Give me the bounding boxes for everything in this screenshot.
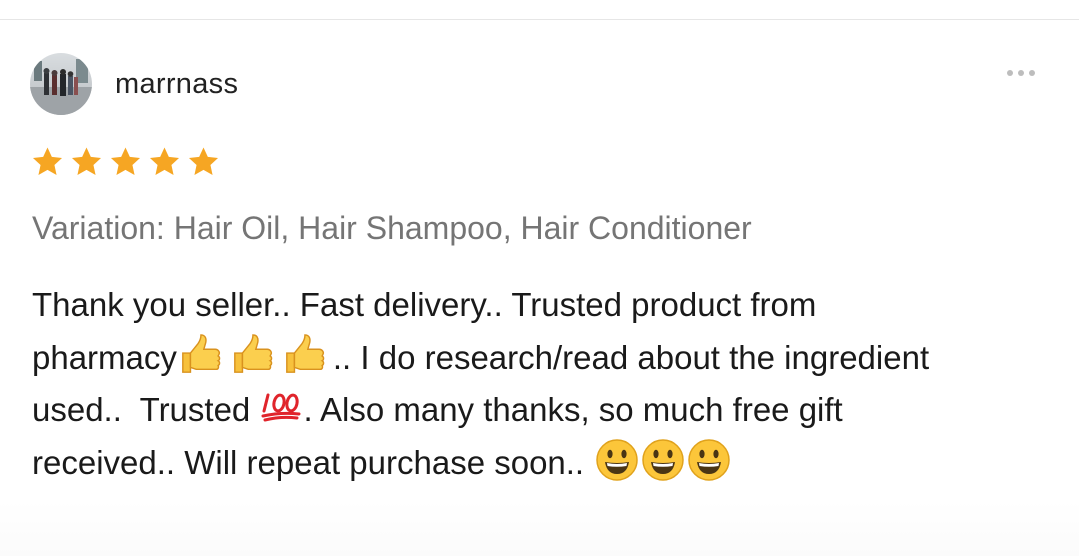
comment-text: received.. Will repeat purchase soon.. xyxy=(32,443,594,481)
star-icon xyxy=(188,147,219,176)
star-icon xyxy=(149,147,180,176)
star-icon xyxy=(110,147,141,176)
more-options-dot xyxy=(1018,70,1024,76)
grinning-face-icon xyxy=(688,438,731,481)
comment-line: received.. Will repeat purchase soon.. xyxy=(32,437,1062,490)
comment-line: Thank you seller.. Fast delivery.. Trust… xyxy=(32,279,1062,332)
thumbs-up-icon xyxy=(181,333,221,373)
hundred-points-icon xyxy=(261,393,301,422)
comment-text: used.. Trusted xyxy=(32,391,260,428)
comment-line: used.. Trusted . Also many thanks, so mu… xyxy=(32,384,1062,437)
comment-text: . Also many thanks, so much free gift xyxy=(303,391,843,428)
star-icon xyxy=(71,147,102,176)
comment-text: Thank you seller.. Fast delivery.. Trust… xyxy=(32,286,817,323)
review-comment: Thank you seller.. Fast delivery.. Trust… xyxy=(32,279,1062,489)
more-options-dot xyxy=(1029,70,1035,76)
more-options-icon xyxy=(1007,70,1013,76)
variation-label: Variation: Hair Oil, Hair Shampoo, Hair … xyxy=(32,210,752,246)
thumbs-up-icon xyxy=(233,333,273,373)
review-card: marrnass Variation: Hair Oil, Hair Shamp… xyxy=(0,0,1079,556)
grinning-face-icon xyxy=(596,438,639,481)
star-rating xyxy=(30,145,221,179)
comment-text: pharmacy xyxy=(32,338,177,376)
page: marrnass Variation: Hair Oil, Hair Shamp… xyxy=(0,0,1079,556)
more-options-button[interactable] xyxy=(996,62,1046,84)
comment-text: .. I do research/read about the ingredie… xyxy=(332,338,930,376)
grinning-face-icon xyxy=(642,438,685,481)
footer-area xyxy=(0,500,1079,556)
username[interactable]: marrnass xyxy=(115,68,238,101)
comment-line: pharmacy .. I do research/read about the … xyxy=(32,332,1062,385)
star-icon xyxy=(32,147,63,176)
avatar[interactable] xyxy=(30,53,92,115)
thumbs-up-icon xyxy=(285,333,325,373)
